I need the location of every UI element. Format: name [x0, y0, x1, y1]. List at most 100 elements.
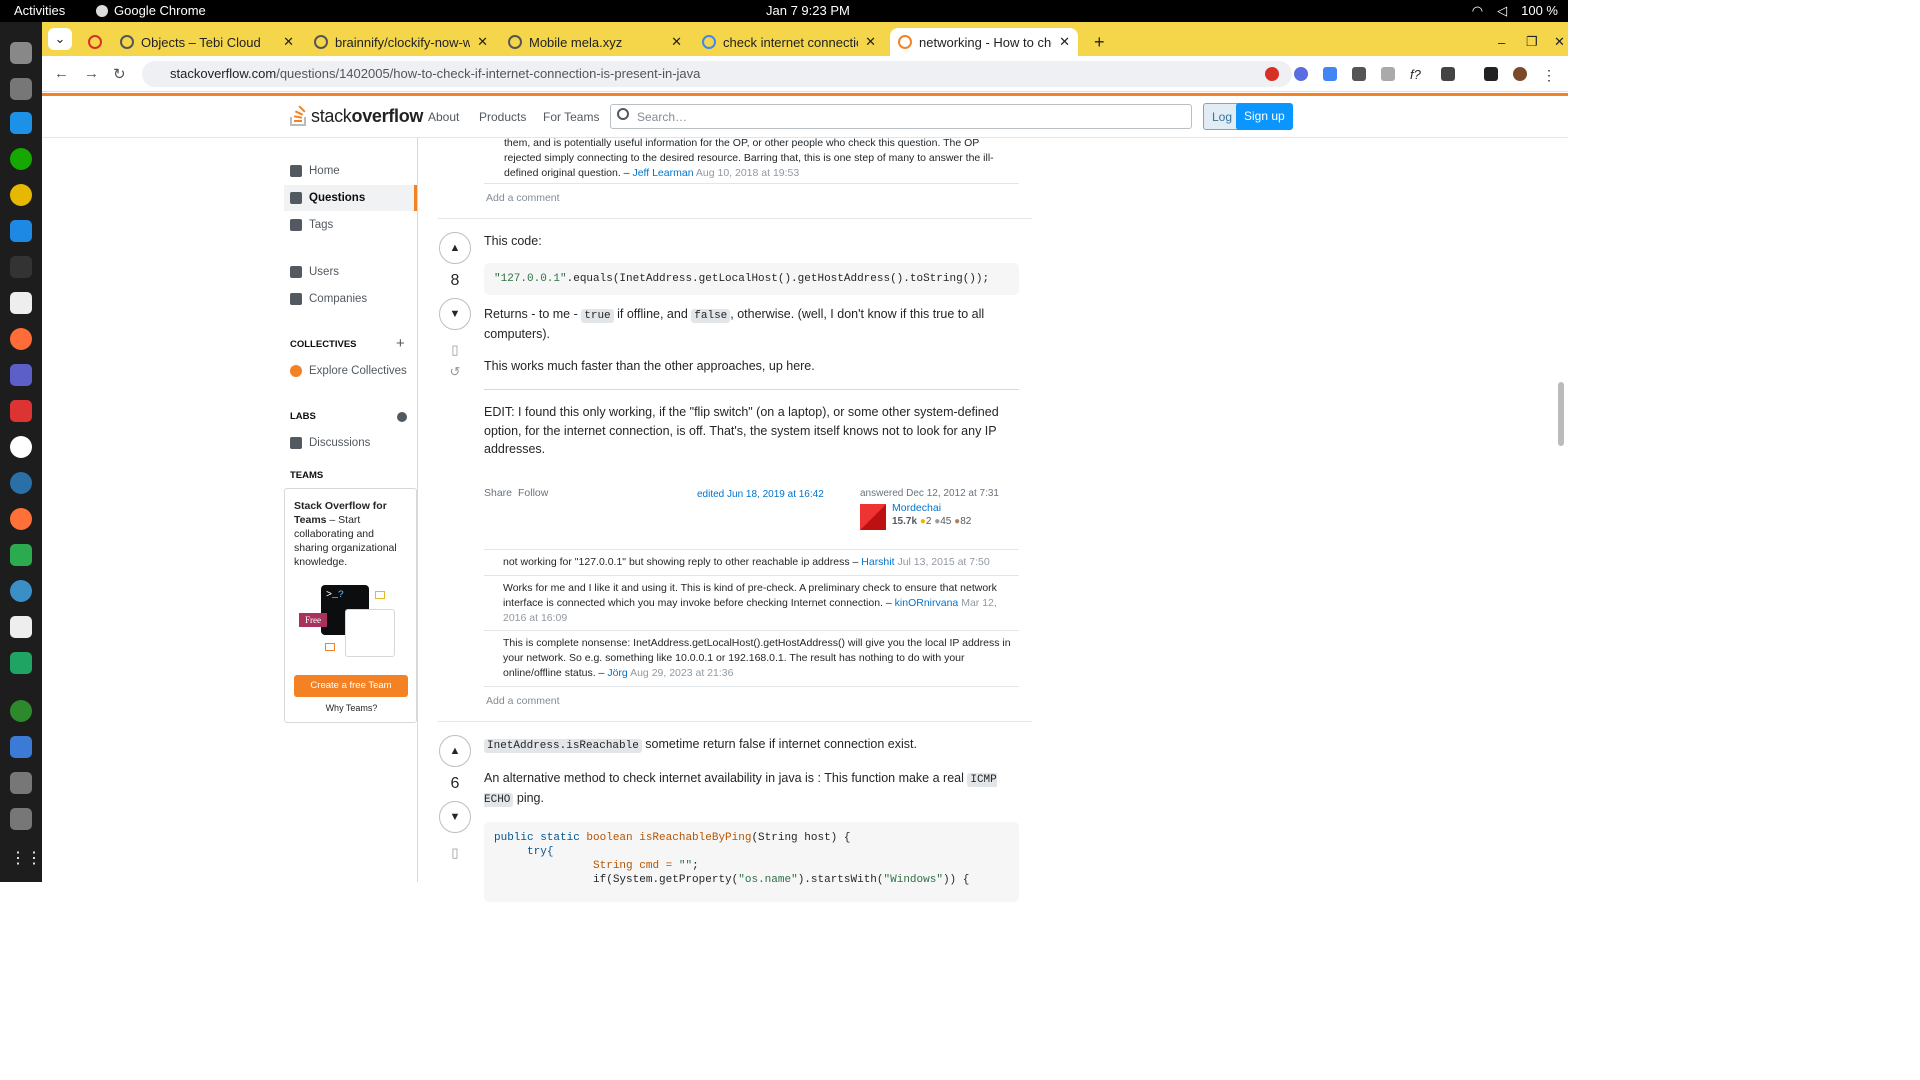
- editor-dock-icon[interactable]: [10, 616, 32, 638]
- tab-objects[interactable]: Objects – Tebi Cloud ✕: [112, 28, 302, 56]
- maximize-button[interactable]: ❐: [1518, 28, 1546, 56]
- puzzle-icon[interactable]: [1441, 67, 1455, 81]
- follow-link[interactable]: Follow: [518, 487, 548, 499]
- tab-search-button[interactable]: ⌄: [48, 28, 72, 50]
- comment-user[interactable]: Jeff Learman: [632, 167, 693, 179]
- tab-google[interactable]: check internet connectic ✕: [694, 28, 884, 56]
- stackoverflow-logo[interactable]: stackoverflow: [289, 103, 423, 127]
- add-icon[interactable]: +: [396, 335, 405, 352]
- comment-user[interactable]: Jörg: [607, 667, 627, 679]
- terminal-dock-icon[interactable]: [10, 256, 32, 278]
- translate-icon[interactable]: [1323, 67, 1337, 81]
- app5-dock-icon[interactable]: [10, 700, 32, 722]
- apps-grid-icon[interactable]: ⋮⋮: [10, 848, 42, 870]
- sidebar-item-home[interactable]: Home: [284, 158, 417, 184]
- extension-icon[interactable]: [1352, 67, 1366, 81]
- teams-dock-icon[interactable]: [10, 364, 32, 386]
- answers-column: them, and is potentially useful informat…: [438, 137, 1032, 902]
- extension-icon[interactable]: f?: [1410, 67, 1424, 82]
- chrome-dock-icon[interactable]: [10, 184, 32, 206]
- sidebar-item-tags[interactable]: Tags: [284, 212, 417, 238]
- bookmark-icon[interactable]: ▯: [438, 845, 472, 861]
- sidebar-item-questions[interactable]: Questions: [284, 185, 417, 211]
- user-name[interactable]: Mordechai: [892, 502, 941, 514]
- mongodb-dock-icon[interactable]: [10, 436, 32, 458]
- camera-icon[interactable]: [1381, 67, 1395, 81]
- nav-about[interactable]: About: [428, 110, 459, 124]
- close-icon[interactable]: ✕: [477, 34, 488, 50]
- collectives-heading: COLLECTIVES: [290, 339, 357, 350]
- code-type: boolean: [586, 831, 640, 844]
- upvote-button[interactable]: ▲: [439, 735, 471, 767]
- upvote-button[interactable]: ▲: [439, 232, 471, 264]
- share-link[interactable]: Share: [484, 487, 512, 499]
- extension-icon[interactable]: [1294, 67, 1308, 81]
- disk2-dock-icon[interactable]: [10, 808, 32, 830]
- side-panel-icon[interactable]: [1484, 67, 1498, 81]
- add-comment-link[interactable]: Add a comment: [486, 695, 560, 707]
- why-teams-link[interactable]: Why Teams?: [285, 703, 418, 713]
- sheets-dock-icon[interactable]: [10, 544, 32, 566]
- downvote-button[interactable]: ▼: [439, 801, 471, 833]
- extension-icon[interactable]: [1265, 67, 1279, 81]
- close-icon[interactable]: ✕: [283, 34, 294, 50]
- menu-icon[interactable]: ⋮: [1542, 67, 1556, 83]
- vscode-dock-icon[interactable]: [10, 220, 32, 242]
- upwork-dock-icon[interactable]: [10, 148, 32, 170]
- create-team-button[interactable]: Create a free Team: [294, 675, 408, 697]
- signup-button[interactable]: Sign up: [1236, 103, 1293, 130]
- close-icon[interactable]: ✕: [865, 34, 876, 50]
- reload-icon[interactable]: ↻: [113, 65, 126, 83]
- info-icon[interactable]: [397, 412, 407, 422]
- nav-for-teams[interactable]: For Teams: [543, 110, 599, 124]
- sidebar-item-users[interactable]: Users: [284, 259, 417, 285]
- tab-github[interactable]: brainnify/clockify-now-w ✕: [306, 28, 496, 56]
- url-field[interactable]: stackoverflow.com/questions/1402005/how-…: [142, 61, 1292, 87]
- firefox-dock-icon[interactable]: [10, 508, 32, 530]
- tab-stackoverflow[interactable]: networking - How to che ✕: [890, 28, 1078, 56]
- activities-button[interactable]: Activities: [14, 3, 65, 18]
- bookmark-icon[interactable]: ▯: [438, 342, 472, 358]
- scrollbar-thumb[interactable]: [1558, 382, 1564, 446]
- avatar[interactable]: [1513, 67, 1527, 81]
- app2-dock-icon[interactable]: [10, 400, 32, 422]
- sidebar-item-explore-collectives[interactable]: Explore Collectives: [284, 358, 417, 384]
- settings-dock-icon[interactable]: [10, 78, 32, 100]
- nav-products[interactable]: Products: [479, 110, 526, 124]
- new-tab-button[interactable]: +: [1086, 28, 1113, 56]
- comment-user[interactable]: kinORnirvana: [895, 597, 959, 609]
- close-icon[interactable]: ✕: [671, 34, 682, 50]
- forward-icon[interactable]: →: [84, 65, 99, 82]
- history-icon[interactable]: ↺: [438, 364, 472, 380]
- tab-gmail[interactable]: [80, 28, 108, 56]
- gold-badges: 2: [925, 516, 932, 527]
- comment-user[interactable]: Harshit: [861, 556, 894, 568]
- chat-dock-icon[interactable]: [10, 652, 32, 674]
- postman-dock-icon[interactable]: [10, 328, 32, 350]
- teams-promo: Stack Overflow for Teams – Start collabo…: [284, 488, 417, 723]
- disk-dock-icon[interactable]: [10, 772, 32, 794]
- app3-dock-icon[interactable]: [10, 472, 32, 494]
- close-window-button[interactable]: ✕: [1546, 28, 1573, 56]
- back-icon[interactable]: ←: [54, 65, 69, 82]
- answered-date: answered Dec 12, 2012 at 7:31: [860, 488, 999, 499]
- sidebar-item-discussions[interactable]: Discussions: [284, 430, 417, 456]
- minimize-button[interactable]: –: [1490, 28, 1513, 56]
- files-dock-icon[interactable]: [10, 42, 32, 64]
- downvote-button[interactable]: ▼: [439, 298, 471, 330]
- tab-mobilemela[interactable]: Mobile mela.xyz ✕: [500, 28, 690, 56]
- add-comment-link[interactable]: Add a comment: [486, 192, 560, 204]
- app6-dock-icon[interactable]: [10, 736, 32, 758]
- app-menu[interactable]: Google Chrome: [96, 3, 206, 18]
- search-input[interactable]: Search…: [610, 104, 1192, 129]
- close-icon[interactable]: ✕: [1059, 34, 1070, 50]
- clock[interactable]: Jan 7 9:23 PM: [766, 3, 850, 18]
- docker-dock-icon[interactable]: [10, 112, 32, 134]
- scrollbar[interactable]: [1556, 96, 1568, 882]
- app4-dock-icon[interactable]: [10, 580, 32, 602]
- edited-link[interactable]: edited Jun 18, 2019 at 16:42: [697, 489, 824, 500]
- app-dock-icon[interactable]: [10, 292, 32, 314]
- sidebar-item-companies[interactable]: Companies: [284, 286, 417, 312]
- avatar[interactable]: [860, 504, 886, 530]
- system-tray[interactable]: ◠ ◁ 100 %: [1472, 3, 1558, 19]
